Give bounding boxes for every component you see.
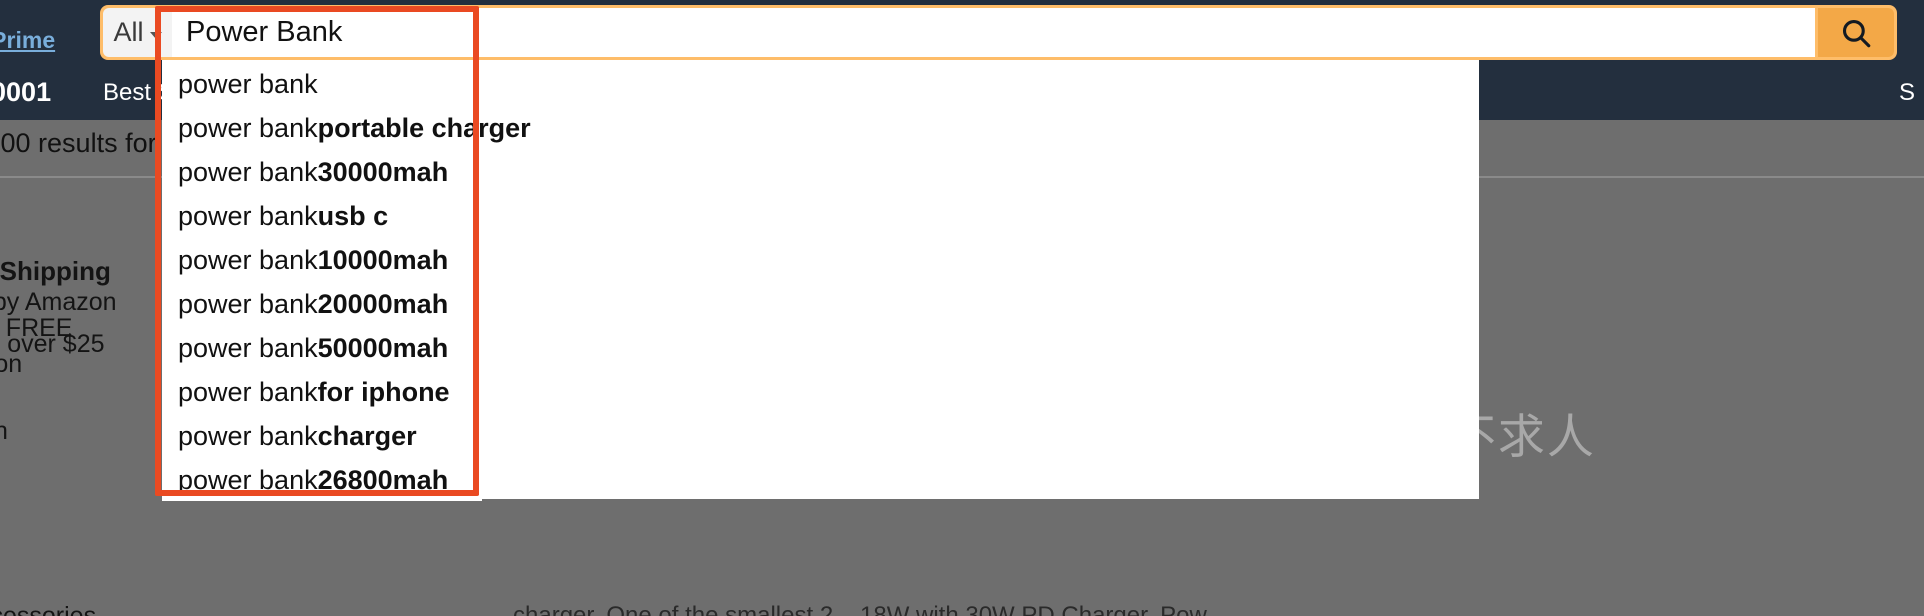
- suggestion-item[interactable]: power bank 30000mah: [162, 150, 482, 194]
- chevron-down-icon: [149, 32, 162, 39]
- screenshot-root: ,000 results for "P e Shipping g by Amaz…: [0, 0, 1924, 616]
- search-category-label: All: [113, 17, 144, 47]
- product-snippet-2[interactable]: 18W with 30W PD Charger, Pow...: [860, 602, 1225, 616]
- suggestion-item[interactable]: power bank 10000mah: [162, 238, 482, 282]
- nav-right-partial[interactable]: S: [1899, 79, 1915, 107]
- suggestion-bold: 10000mah: [317, 244, 449, 275]
- suggestion-item[interactable]: power bank 20000mah: [162, 282, 482, 326]
- search-bar: All: [100, 5, 1897, 60]
- search-submit-button[interactable]: [1818, 8, 1894, 57]
- search-suggestions-list: power bank power bank portable charger p…: [162, 57, 531, 502]
- try-prime-link[interactable]: y Prime: [0, 27, 55, 54]
- suggestion-prefix: power bank: [178, 376, 318, 407]
- facet-free-shipping[interactable]: e Shipping: [0, 256, 111, 287]
- suggestion-bold: 30000mah: [317, 156, 449, 187]
- suggestion-item[interactable]: power bank 50000mah: [162, 326, 482, 370]
- search-input[interactable]: [172, 8, 1815, 57]
- suggestion-prefix: power bank: [178, 200, 318, 231]
- suggestion-bold: 50000mah: [317, 332, 449, 363]
- facet-shipping-by-amazon[interactable]: g by Amazon: [0, 288, 117, 317]
- suggestion-item[interactable]: power bank 26800mah: [162, 458, 482, 502]
- search-icon: [1842, 19, 1871, 47]
- suggestion-item[interactable]: power bank for iphone: [162, 370, 482, 414]
- suggestion-bold: portable charger: [317, 112, 531, 143]
- suggestion-item[interactable]: power bank charger: [162, 414, 482, 458]
- suggestion-prefix: power bank: [178, 156, 318, 187]
- suggestion-prefix: power bank: [178, 464, 318, 495]
- suggestion-prefix: power bank: [178, 332, 318, 363]
- facet-amazon: azon: [0, 350, 23, 378]
- suggestion-prefix: power bank: [178, 68, 318, 99]
- suggestion-prefix: power bank: [178, 244, 318, 275]
- results-count-text: ,000 results for: [0, 128, 157, 158]
- suggestion-prefix: power bank: [178, 288, 318, 319]
- search-suggestions-panel: power bank power bank portable charger p…: [162, 55, 1479, 502]
- suggestion-item[interactable]: power bank: [162, 62, 482, 106]
- suggestion-item[interactable]: power bank portable charger: [162, 106, 531, 150]
- search-category-dropdown[interactable]: All: [103, 8, 172, 57]
- suggestion-bold: 26800mah: [317, 464, 449, 495]
- suggestion-item[interactable]: power bank usb c: [162, 194, 482, 238]
- facet-accessories[interactable]: ccessories: [0, 602, 96, 616]
- suggestion-bold: charger: [317, 420, 417, 451]
- suggestion-bold: 20000mah: [317, 288, 449, 319]
- suggestion-bold: usb c: [317, 200, 389, 231]
- deliver-to-zip[interactable]: 20001: [0, 77, 51, 108]
- suggestion-prefix: power bank: [178, 420, 318, 451]
- suggestion-prefix: power bank: [178, 112, 318, 143]
- product-snippet-1[interactable]: charger, One of the smallest 2...: [513, 602, 853, 616]
- facet-misc[interactable]: h: [0, 417, 8, 446]
- suggestion-bold: for iphone: [317, 376, 450, 407]
